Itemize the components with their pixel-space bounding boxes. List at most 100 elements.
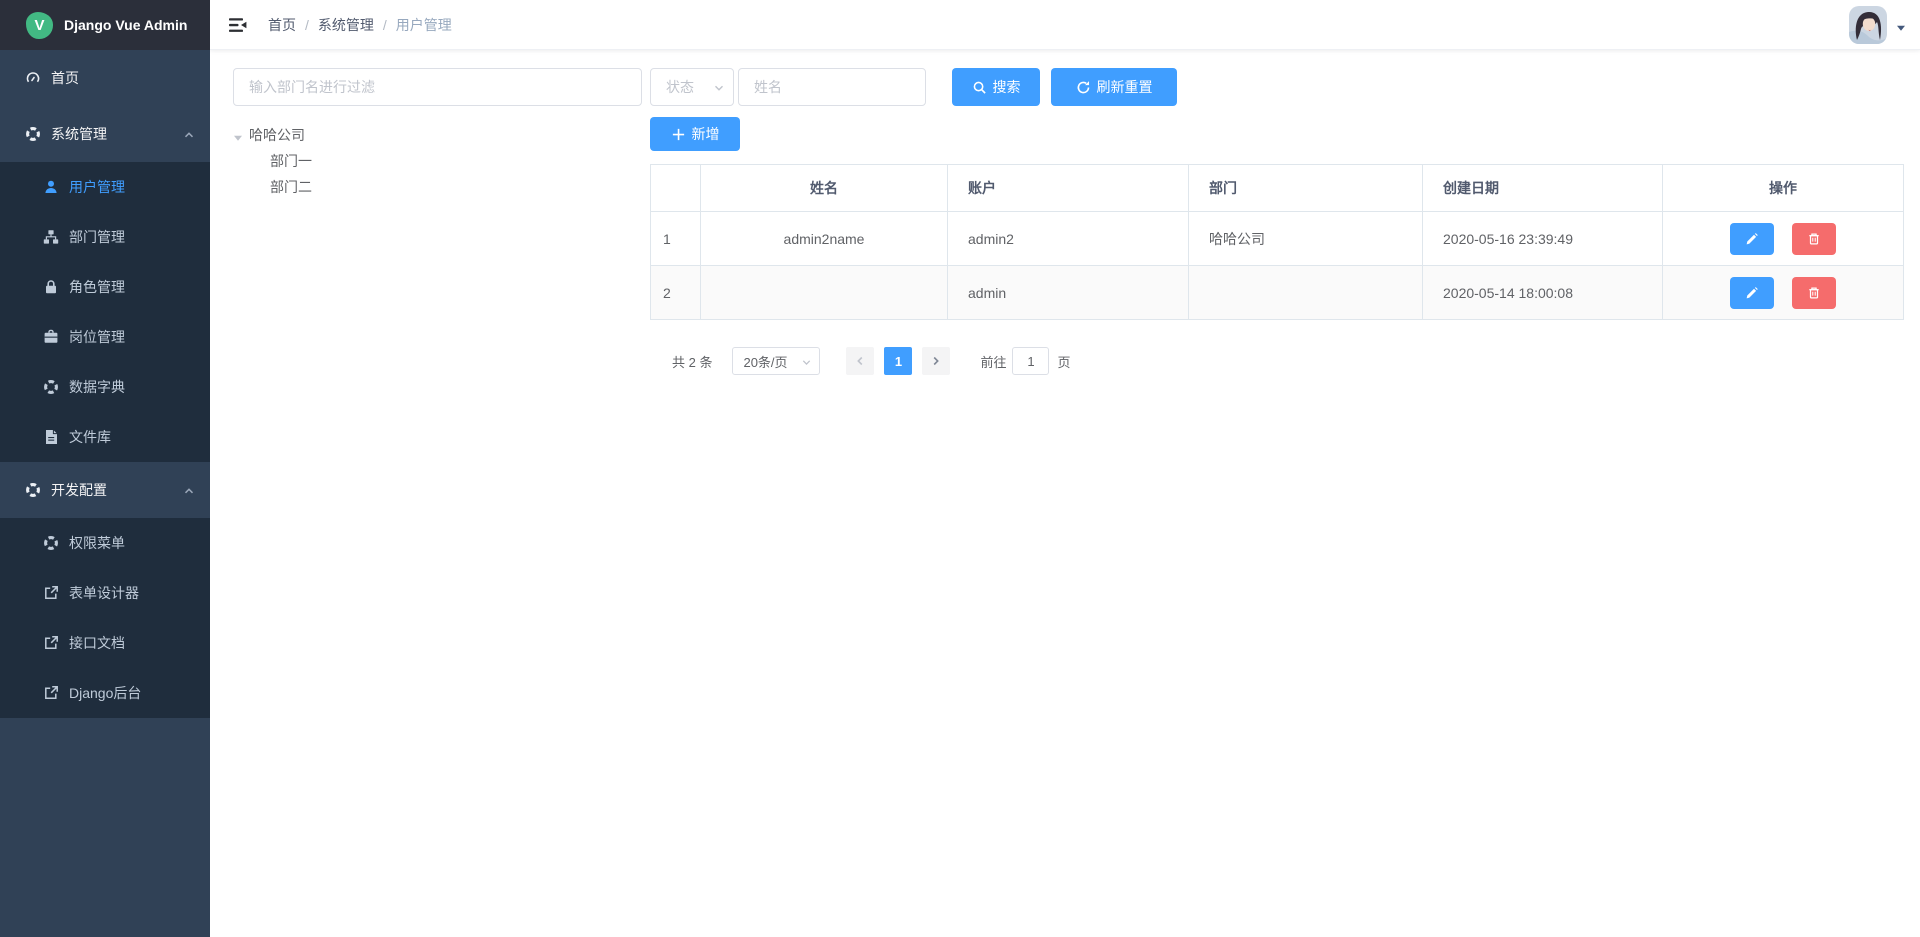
- add-user-button[interactable]: 新增: [650, 117, 740, 151]
- page-size-value: 20条/页: [743, 352, 787, 371]
- sidebar-item-label: 角色管理: [69, 277, 125, 297]
- search-button[interactable]: 搜索: [952, 68, 1040, 106]
- pagination: 共 2 条 20条/页 1 前往 页: [650, 347, 1903, 375]
- app-logo[interactable]: V Django Vue Admin: [0, 0, 210, 50]
- cell-account: admin: [948, 266, 1189, 320]
- search-icon: [972, 80, 987, 95]
- document-icon: [43, 429, 59, 445]
- column-header-dept: 部门: [1189, 165, 1423, 212]
- user-icon: [43, 179, 59, 195]
- sidebar-collapse-icon[interactable]: [228, 15, 248, 35]
- goto-label: 前往: [980, 352, 1006, 371]
- trash-icon: [1807, 232, 1821, 246]
- pagination-total: 共 2 条: [672, 352, 712, 371]
- app-title: Django Vue Admin: [64, 17, 187, 33]
- column-header-index: [651, 165, 701, 212]
- sidebar-item-label: 权限菜单: [69, 533, 125, 553]
- cell-account: admin2: [948, 212, 1189, 266]
- delete-button[interactable]: [1792, 277, 1836, 309]
- tree-node-child[interactable]: 部门二: [233, 174, 642, 200]
- cell-name: admin2name: [701, 212, 948, 266]
- chevron-right-icon: [930, 355, 942, 367]
- sidebar-item-files[interactable]: 文件库: [0, 412, 210, 462]
- tree-node-label: 部门二: [270, 177, 312, 197]
- refresh-reset-button[interactable]: 刷新重置: [1051, 68, 1177, 106]
- refresh-reset-button-label: 刷新重置: [1097, 77, 1153, 97]
- breadcrumb-home[interactable]: 首页: [268, 15, 296, 35]
- trash-icon: [1807, 286, 1821, 300]
- org-tree-icon: [43, 229, 59, 245]
- cell-index: 1: [651, 212, 701, 266]
- cell-created: 2020-05-16 23:39:49: [1423, 212, 1663, 266]
- edit-button[interactable]: [1730, 223, 1774, 255]
- sidebar-item-api-docs[interactable]: 接口文档: [0, 618, 210, 668]
- tree-node-child[interactable]: 部门一: [233, 148, 642, 174]
- edit-pencil-icon: [1745, 286, 1759, 300]
- name-filter-input[interactable]: [738, 68, 926, 106]
- avatar: [1849, 6, 1887, 44]
- column-header-name: 姓名: [701, 165, 948, 212]
- goto-page-input[interactable]: [1012, 347, 1049, 375]
- page-size-select[interactable]: 20条/页: [732, 347, 820, 375]
- external-link-icon: [43, 635, 59, 651]
- sidebar-item-users[interactable]: 用户管理: [0, 162, 210, 212]
- component-icon: [43, 379, 59, 395]
- component-icon: [43, 535, 59, 551]
- sidebar-item-label: 用户管理: [69, 177, 125, 197]
- next-page-button[interactable]: [922, 347, 950, 375]
- logo-letter: V: [34, 17, 44, 34]
- search-toolbar: 状态 搜索 刷新重置: [650, 68, 1903, 106]
- page-number-button[interactable]: 1: [884, 347, 912, 375]
- tree-node-label: 部门一: [270, 151, 312, 171]
- component-icon: [25, 126, 41, 142]
- users-table: 姓名 账户 部门 创建日期 操作 1 admin2name admin2 哈哈公…: [650, 164, 1904, 320]
- sidebar-group-dev-config[interactable]: 开发配置: [0, 462, 210, 518]
- table-row: 1 admin2name admin2 哈哈公司 2020-05-16 23:3…: [651, 212, 1904, 266]
- breadcrumb: 首页 / 系统管理 / 用户管理: [268, 0, 452, 50]
- edit-pencil-icon: [1745, 232, 1759, 246]
- edit-button[interactable]: [1730, 277, 1774, 309]
- topbar: 首页 / 系统管理 / 用户管理: [210, 0, 1920, 50]
- sidebar-item-label: Django后台: [69, 683, 141, 703]
- sidebar-item-departments[interactable]: 部门管理: [0, 212, 210, 262]
- table-header-row: 姓名 账户 部门 创建日期 操作: [651, 165, 1904, 212]
- sidebar-item-form-designer[interactable]: 表单设计器: [0, 568, 210, 618]
- submenu-system: 用户管理 部门管理 角色管理 岗位管理 数据字典 文件库: [0, 162, 210, 462]
- cell-actions: [1663, 212, 1904, 266]
- column-header-created: 创建日期: [1423, 165, 1663, 212]
- tree-node-root[interactable]: 哈哈公司: [233, 122, 642, 148]
- caret-down-icon: [1896, 20, 1906, 30]
- briefcase-icon: [43, 329, 59, 345]
- sidebar-item-label: 表单设计器: [69, 583, 139, 603]
- cell-index: 2: [651, 266, 701, 320]
- status-select-placeholder: 状态: [666, 77, 694, 97]
- department-filter-input[interactable]: [233, 68, 642, 106]
- cell-dept: 哈哈公司: [1189, 212, 1423, 266]
- sidebar-group-system[interactable]: 系统管理: [0, 106, 210, 162]
- sidebar-item-permission-menu[interactable]: 权限菜单: [0, 518, 210, 568]
- refresh-icon: [1076, 80, 1091, 95]
- sidebar-item-home[interactable]: 首页: [0, 50, 210, 106]
- sidebar-item-posts[interactable]: 岗位管理: [0, 312, 210, 362]
- submenu-dev-config: 权限菜单 表单设计器 接口文档 Django后台: [0, 518, 210, 718]
- sidebar-item-label: 首页: [51, 68, 79, 88]
- sidebar-group-label: 系统管理: [51, 124, 107, 144]
- breadcrumb-current: 用户管理: [396, 15, 452, 35]
- breadcrumb-separator: /: [305, 17, 309, 33]
- status-select[interactable]: 状态: [650, 68, 734, 106]
- delete-button[interactable]: [1792, 223, 1836, 255]
- user-menu[interactable]: [1849, 5, 1906, 45]
- chevron-down-icon: [801, 356, 812, 367]
- cell-created: 2020-05-14 18:00:08: [1423, 266, 1663, 320]
- cell-actions: [1663, 266, 1904, 320]
- sidebar-item-label: 岗位管理: [69, 327, 125, 347]
- department-tree: 哈哈公司 部门一 部门二: [233, 122, 642, 200]
- department-panel: 哈哈公司 部门一 部门二: [233, 68, 642, 200]
- sidebar: V Django Vue Admin 首页 系统管理 用户管理 部门管理 角色管…: [0, 0, 210, 937]
- prev-page-button[interactable]: [846, 347, 874, 375]
- breadcrumb-section[interactable]: 系统管理: [318, 15, 374, 35]
- sidebar-item-roles[interactable]: 角色管理: [0, 262, 210, 312]
- add-user-button-label: 新增: [692, 124, 720, 144]
- sidebar-item-django-admin[interactable]: Django后台: [0, 668, 210, 718]
- sidebar-item-dictionary[interactable]: 数据字典: [0, 362, 210, 412]
